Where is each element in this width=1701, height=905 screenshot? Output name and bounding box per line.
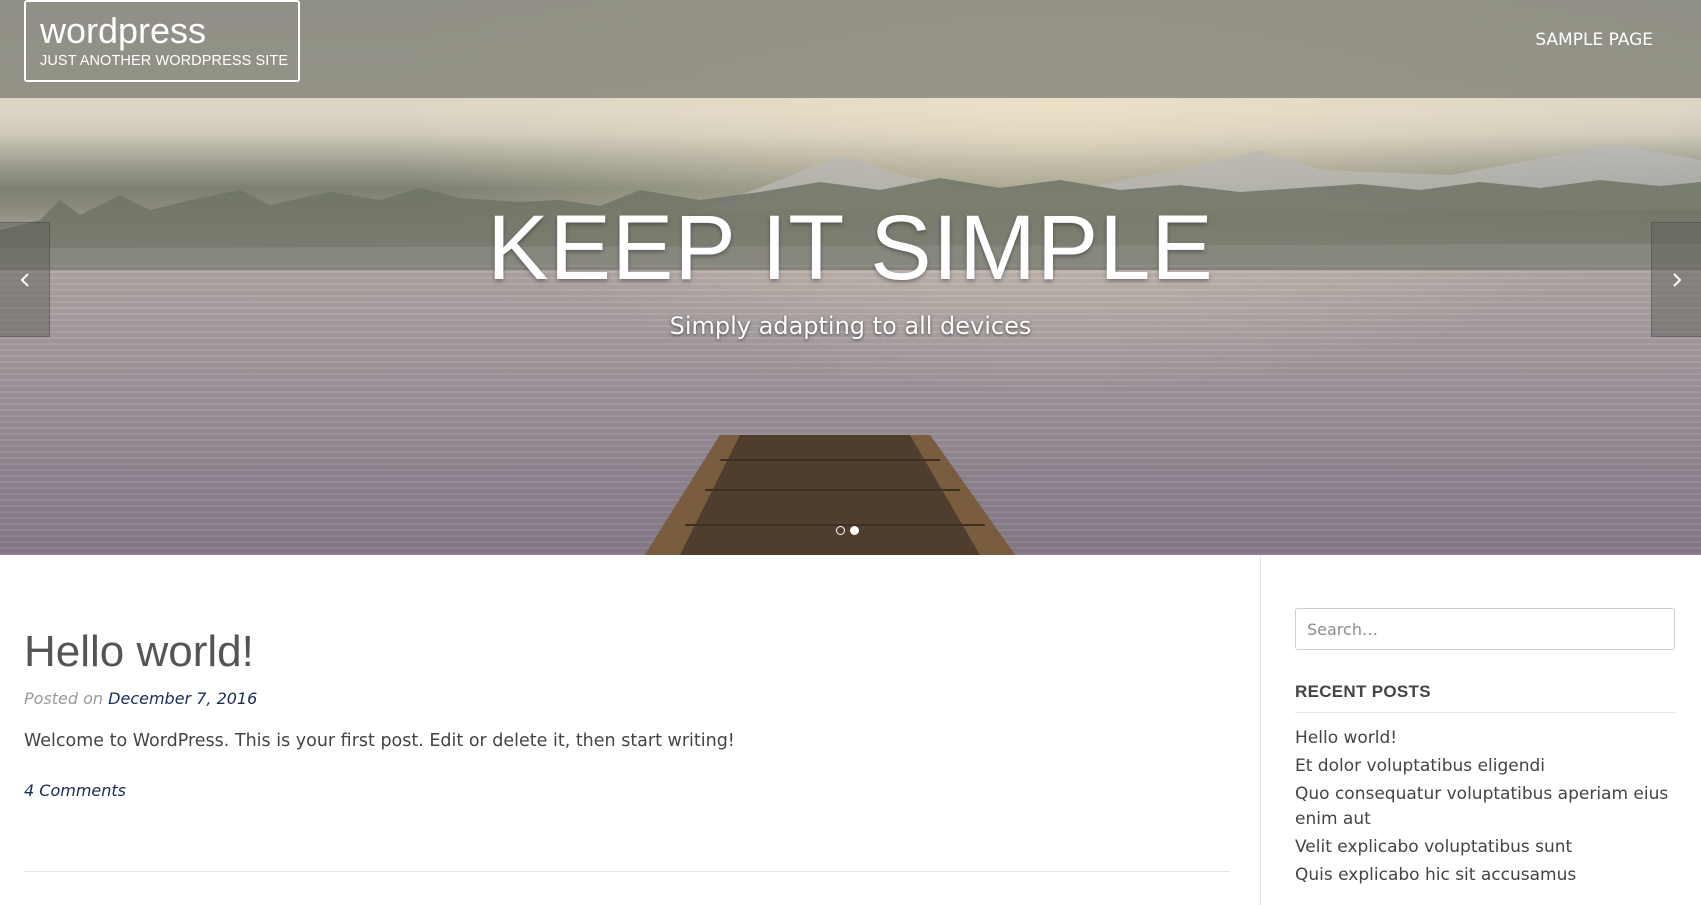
list-item: Et dolor voluptatibus eligendi <box>1295 754 1675 779</box>
search-input[interactable] <box>1295 608 1675 650</box>
chevron-left-icon <box>20 272 29 287</box>
recent-post-link[interactable]: Quo consequatur voluptatibus aperiam eiu… <box>1295 782 1675 832</box>
chevron-right-icon <box>1672 272 1681 287</box>
recent-post-link[interactable]: Velit explicabo voluptatibus sunt <box>1295 835 1675 860</box>
list-item: Quo consequatur voluptatibus aperiam eiu… <box>1295 782 1675 832</box>
sidebar-divider <box>1260 555 1261 905</box>
slider-prev-button[interactable] <box>0 222 50 337</box>
main-content: Hello world! Posted on December 7, 2016 … <box>24 555 1230 905</box>
recent-post-link[interactable]: Et dolor voluptatibus eligendi <box>1295 754 1675 779</box>
post-date-link[interactable]: December 7, 2016 <box>108 689 257 708</box>
site-logo[interactable]: wordpress JUST ANOTHER WORDPRESS SITE <box>24 0 300 82</box>
slider-dots <box>836 526 859 535</box>
widget-divider <box>1295 712 1675 713</box>
recent-posts-title: RECENT POSTS <box>1295 682 1431 701</box>
sidebar: RECENT POSTS Hello world! Et dolor volup… <box>1295 555 1675 905</box>
post-excerpt: Welcome to WordPress. This is your first… <box>24 731 735 751</box>
nav-sample-page[interactable]: SAMPLE PAGE <box>1535 30 1653 50</box>
list-item: Hello world! <box>1295 726 1675 751</box>
slider-dot-1[interactable] <box>836 526 845 535</box>
hero-slider: wordpress JUST ANOTHER WORDPRESS SITE SA… <box>0 0 1701 555</box>
posted-on-label: Posted on <box>24 689 104 708</box>
post-title[interactable]: Hello world! <box>24 627 254 677</box>
list-item: Velit explicabo voluptatibus sunt <box>1295 835 1675 860</box>
site-header: wordpress JUST ANOTHER WORDPRESS SITE SA… <box>0 0 1701 98</box>
hero-title: KEEP IT SIMPLE <box>487 197 1214 299</box>
post-divider <box>24 871 1230 872</box>
slider-dot-2[interactable] <box>850 526 859 535</box>
site-tagline: JUST ANOTHER WORDPRESS SITE <box>40 53 289 69</box>
hero-dock <box>645 435 1015 555</box>
slider-next-button[interactable] <box>1651 222 1701 337</box>
list-item: Quis explicabo hic sit accusamus <box>1295 863 1675 888</box>
recent-posts-list: Hello world! Et dolor voluptatibus elige… <box>1295 726 1675 891</box>
post-comments-link[interactable]: 4 Comments <box>24 781 126 800</box>
site-title: wordpress <box>40 10 207 51</box>
recent-post-link[interactable]: Hello world! <box>1295 726 1675 751</box>
post-meta: Posted on December 7, 2016 <box>24 689 257 708</box>
recent-post-link[interactable]: Quis explicabo hic sit accusamus <box>1295 863 1675 888</box>
hero-subtitle: Simply adapting to all devices <box>669 312 1032 340</box>
